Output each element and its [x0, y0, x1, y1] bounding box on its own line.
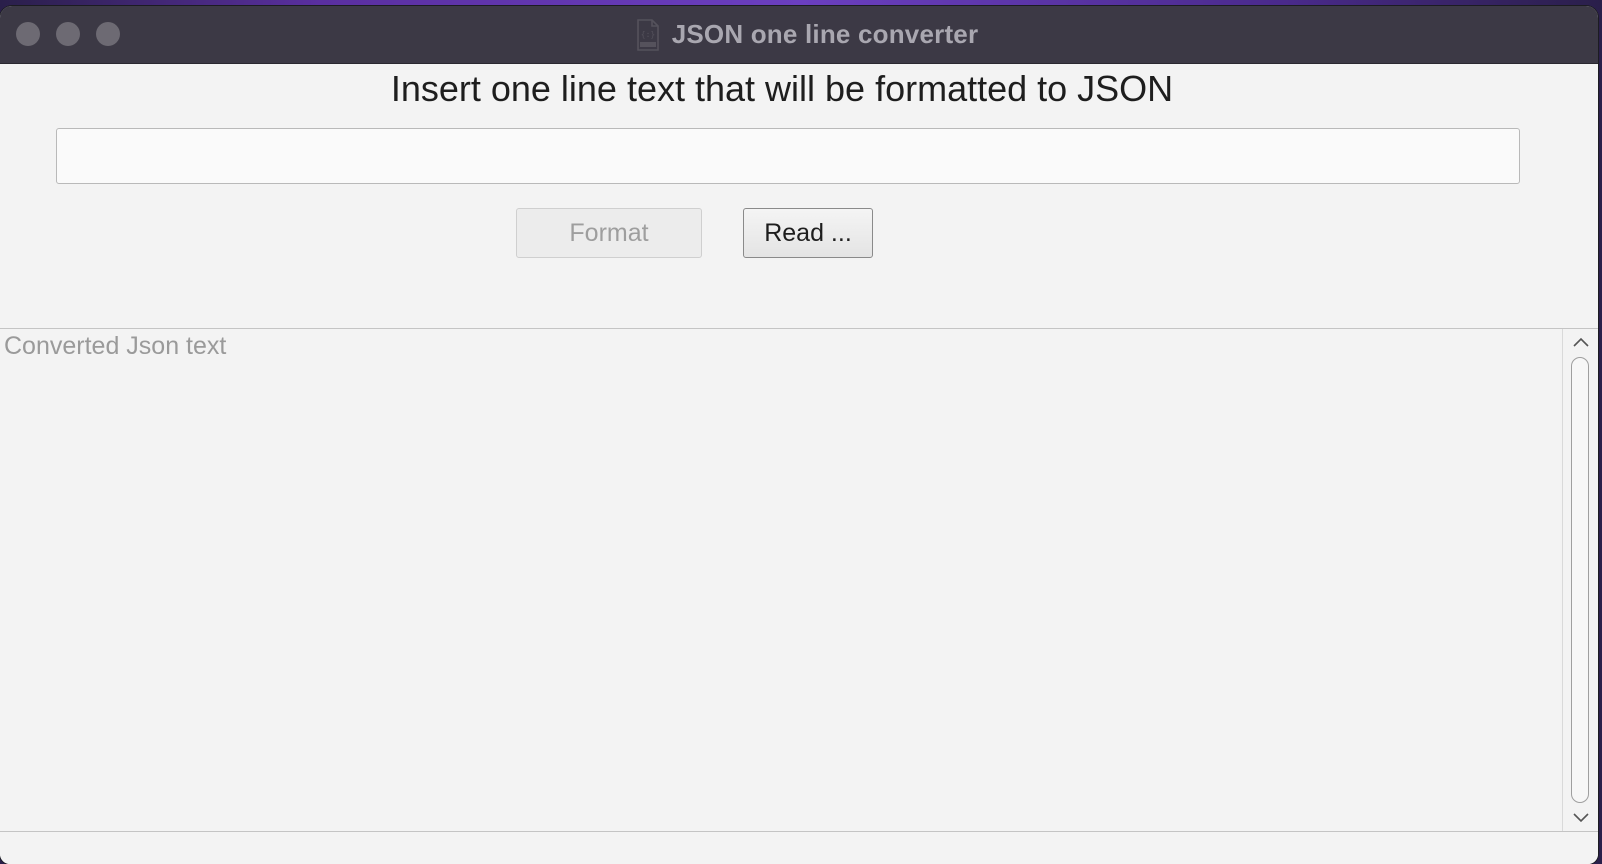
window-bottom-edge [0, 832, 1598, 864]
one-line-text-input[interactable] [56, 128, 1520, 184]
output-panel [0, 328, 1598, 832]
format-button[interactable]: Format [516, 208, 702, 258]
scroll-thumb[interactable] [1571, 357, 1589, 803]
chevron-down-icon [1572, 813, 1589, 823]
svg-text:{:}: {:} [640, 30, 654, 39]
title-bar[interactable]: {:} JSON one line converter [0, 6, 1598, 64]
window-title: JSON one line converter [671, 19, 979, 49]
instruction-heading: Insert one line text that will be format… [390, 68, 1174, 109]
app-window: {:} JSON one line converter Insert one l… [0, 6, 1598, 864]
vertical-scrollbar[interactable] [1562, 329, 1598, 831]
window-title-group: {:} JSON one line converter [0, 6, 1598, 63]
scroll-up-arrow[interactable] [1563, 331, 1598, 353]
chevron-up-icon [1572, 337, 1589, 347]
scroll-down-arrow[interactable] [1563, 807, 1598, 829]
json-document-icon: {:} [636, 18, 659, 51]
converted-json-textarea[interactable] [4, 329, 1558, 831]
read-file-button[interactable]: Read ... [743, 208, 873, 258]
